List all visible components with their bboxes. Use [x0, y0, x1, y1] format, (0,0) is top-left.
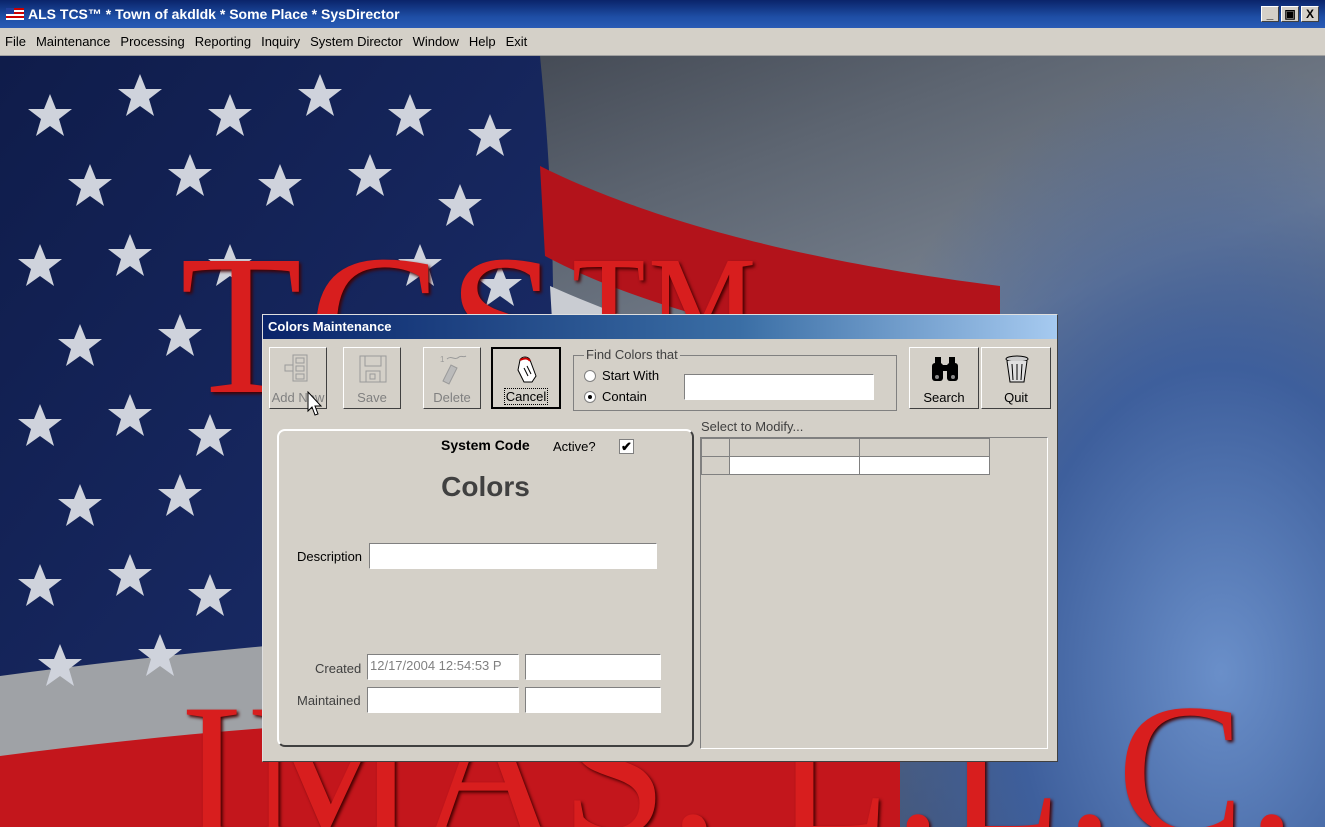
window-titlebar: ALS TCS™ * Town of akdldk * Some Place *… — [0, 0, 1325, 28]
restore-button[interactable]: ▣ — [1281, 6, 1299, 22]
cancel-label: Cancel — [503, 388, 549, 405]
created-label: Created — [315, 661, 362, 676]
svg-text:1: 1 — [440, 355, 445, 364]
quit-label: Quit — [1004, 390, 1028, 405]
created-by-field — [525, 654, 661, 680]
menu-window[interactable]: Window — [408, 34, 464, 49]
floppy-disk-icon — [359, 355, 387, 383]
system-code-label: System Code — [441, 437, 530, 453]
grid-cell[interactable] — [859, 456, 990, 475]
start-with-label: Start With — [602, 368, 660, 383]
contain-label: Contain — [602, 389, 647, 404]
search-label: Search — [923, 390, 965, 405]
active-label: Active? — [553, 439, 596, 454]
close-button[interactable]: X — [1301, 6, 1319, 22]
contain-radio[interactable]: Contain — [584, 389, 647, 404]
find-colors-legend: Find Colors that — [584, 347, 680, 362]
window-title: ALS TCS™ * Town of akdldk * Some Place *… — [28, 6, 400, 22]
mouse-cursor-icon — [307, 391, 323, 416]
quit-button[interactable]: Quit — [981, 347, 1051, 409]
maintained-by-field — [525, 687, 661, 713]
contain-radio-dot[interactable] — [584, 390, 596, 403]
grid-column-header[interactable] — [729, 438, 860, 457]
menu-maintenance[interactable]: Maintenance — [31, 34, 115, 49]
grid-cell[interactable] — [729, 456, 860, 475]
add-new-icon — [284, 354, 308, 382]
app-flag-icon — [6, 8, 24, 20]
pointing-hand-icon — [517, 356, 537, 383]
menu-reporting[interactable]: Reporting — [190, 34, 256, 49]
maintained-date-field — [367, 687, 519, 713]
trash-can-icon — [1005, 355, 1029, 383]
colors-maintenance-dialog: Colors Maintenance Add New Save 1 Delete — [262, 314, 1058, 762]
start-with-radio-dot[interactable] — [584, 369, 596, 382]
find-text-input[interactable] — [684, 374, 874, 400]
save-button[interactable]: Save — [343, 347, 401, 409]
delete-button[interactable]: 1 Delete — [423, 347, 481, 409]
save-label: Save — [357, 390, 387, 405]
menu-inquiry[interactable]: Inquiry — [256, 34, 305, 49]
eraser-pencil-icon: 1 — [440, 355, 467, 385]
grid-row-selector[interactable] — [701, 456, 730, 475]
menu-exit[interactable]: Exit — [501, 34, 533, 49]
start-with-radio[interactable]: Start With — [584, 368, 659, 383]
maintained-label: Maintained — [297, 693, 361, 708]
description-input[interactable] — [369, 543, 657, 569]
menu-system-director[interactable]: System Director — [305, 34, 407, 49]
delete-label: Delete — [433, 390, 471, 405]
minimize-button[interactable]: _ — [1261, 6, 1279, 22]
grid-corner-cell — [701, 438, 730, 457]
search-button[interactable]: Search — [909, 347, 979, 409]
menu-bar: File Maintenance Processing Reporting In… — [0, 28, 1325, 56]
cancel-button[interactable]: Cancel — [491, 347, 561, 409]
binoculars-icon — [932, 357, 958, 381]
detail-panel: System Code Active? ✔ Colors Description… — [277, 429, 694, 747]
created-date-field: 12/17/2004 12:54:53 P — [367, 654, 519, 680]
colors-grid[interactable] — [700, 437, 1048, 749]
active-checkbox[interactable]: ✔ — [619, 439, 634, 454]
menu-file[interactable]: File — [0, 34, 31, 49]
description-label: Description — [297, 549, 363, 564]
grid-column-header[interactable] — [859, 438, 990, 457]
menu-processing[interactable]: Processing — [115, 34, 189, 49]
dialog-title: Colors Maintenance — [263, 315, 1057, 339]
select-to-modify-caption: Select to Modify... — [701, 419, 804, 434]
menu-help[interactable]: Help — [464, 34, 501, 49]
form-heading: Colors — [441, 471, 530, 502]
find-colors-group: Find Colors that Start With Contain — [573, 347, 897, 411]
